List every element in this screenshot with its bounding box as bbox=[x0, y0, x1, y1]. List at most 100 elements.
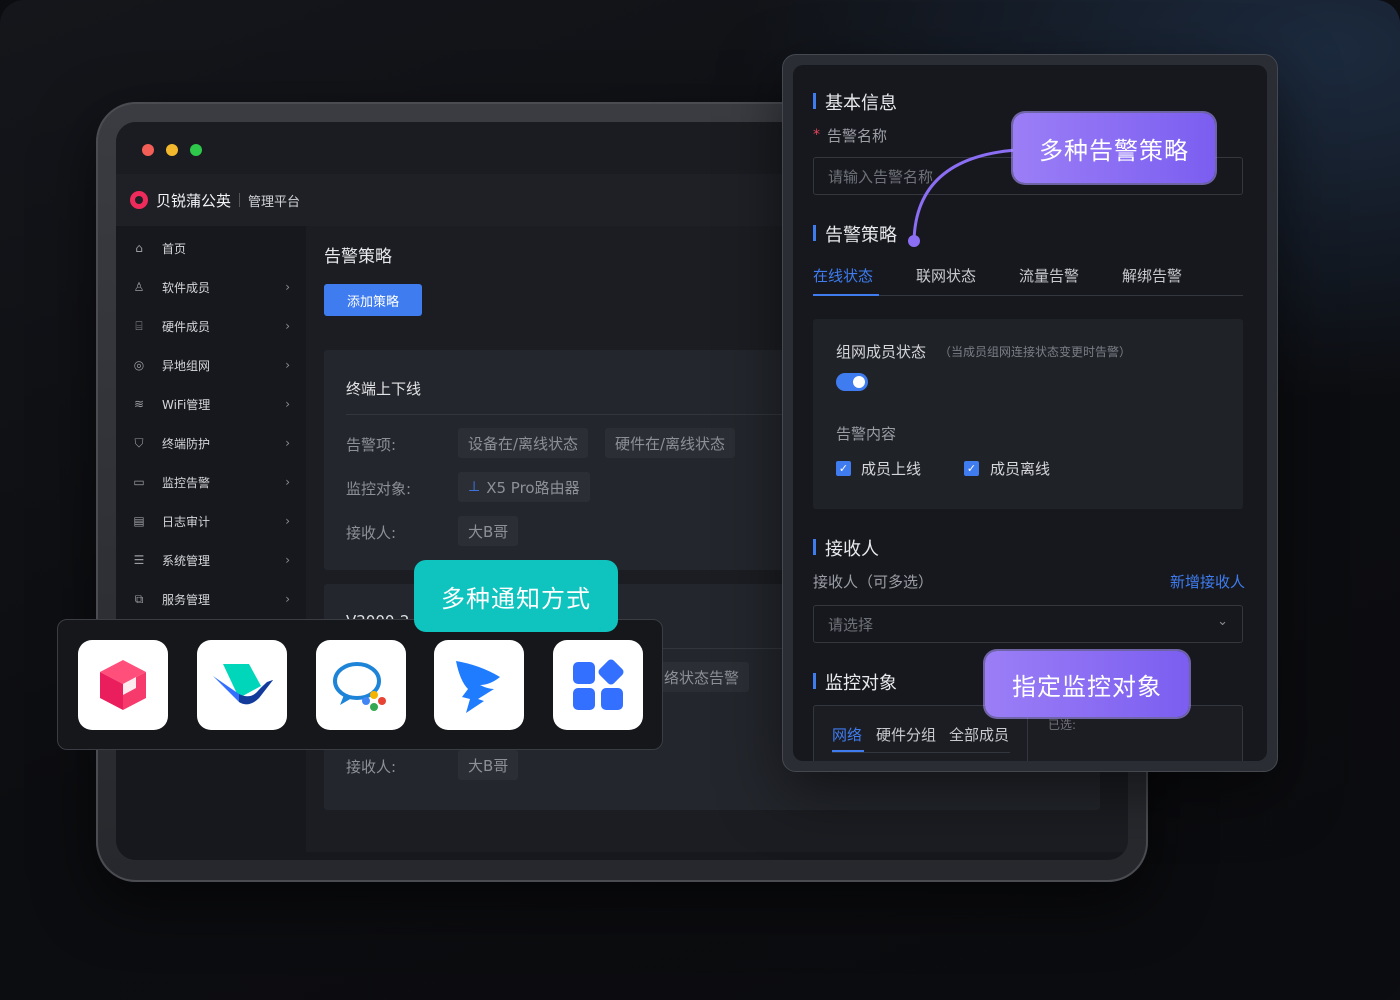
section-receiver: 接收人 bbox=[813, 535, 879, 561]
sidebar-item[interactable]: ⛉ 终端防护 › bbox=[132, 431, 290, 455]
sidebar-item[interactable]: ♙ 软件成员 › bbox=[132, 275, 290, 299]
target-label: 监控对象: bbox=[346, 480, 412, 498]
sidebar-item-label: 首页 bbox=[162, 241, 187, 256]
tab-network[interactable]: 网络 bbox=[832, 724, 862, 745]
notification-apps-panel bbox=[57, 619, 663, 750]
app-grid-icon[interactable] bbox=[553, 640, 643, 730]
sidebar-item[interactable]: ▭ 监控告警 › bbox=[132, 470, 290, 494]
member-online-checkbox[interactable]: ✓ bbox=[836, 461, 851, 476]
tab-hardware-group[interactable]: 硬件分组 bbox=[876, 724, 936, 745]
alert-name-label: 告警名称 bbox=[827, 127, 888, 145]
required-mark: * bbox=[813, 127, 820, 143]
member-online-label: 成员上线 bbox=[861, 460, 922, 478]
section-basic-info: 基本信息 bbox=[813, 89, 897, 115]
window-maximize-dot[interactable] bbox=[190, 144, 202, 156]
target-value: X5 Pro路由器 bbox=[486, 478, 580, 497]
sidebar-item-label: 日志审计 bbox=[162, 514, 211, 529]
dingtalk-icon[interactable] bbox=[434, 640, 524, 730]
strategy-badge: 多种告警策略 bbox=[1013, 113, 1215, 183]
sidebar-item-label: 监控告警 bbox=[162, 475, 211, 490]
alert-content-label: 告警内容 bbox=[836, 425, 897, 443]
target-tag: ⊥ X5 Pro路由器 bbox=[458, 472, 590, 502]
chevron-right-icon: › bbox=[285, 514, 290, 528]
sidebar: ⌂ 首页 ♙ 软件成员 › ⌸ 硬件成员 › ◎ 异地组网 › ≋ WiFi管理 › ⛉ 终端防护 › ▭ 监控告警… bbox=[116, 226, 304, 860]
header-divider bbox=[239, 193, 241, 207]
sidebar-item-label: 终端防护 bbox=[162, 436, 211, 451]
member-status-title: 组网成员状态 bbox=[836, 343, 927, 361]
window-minimize-dot[interactable] bbox=[166, 144, 178, 156]
tab-traffic-alert[interactable]: 流量告警 bbox=[1019, 265, 1079, 286]
router-icon: ⌸ bbox=[135, 318, 143, 333]
receiver-tag: 大B哥 bbox=[458, 516, 519, 546]
notify-methods-badge: 多种通知方式 bbox=[414, 560, 618, 632]
card-title: 终端上下线 bbox=[346, 380, 422, 398]
monitor-icon: ▭ bbox=[133, 475, 145, 489]
alert-item-tag: 络状态告警 bbox=[654, 662, 750, 692]
sidebar-item-label: 硬件成员 bbox=[162, 319, 211, 334]
selected-label: 已选: bbox=[1048, 718, 1077, 732]
active-tab-indicator bbox=[813, 294, 879, 296]
sidebar-item[interactable]: ⧉ 服务管理 › bbox=[132, 587, 290, 611]
app-subtitle: 管理平台 bbox=[248, 194, 301, 210]
chevron-right-icon: › bbox=[285, 553, 290, 567]
receiver-select[interactable]: 请选择 ⌄ bbox=[813, 605, 1243, 643]
shield-icon: ⛉ bbox=[134, 435, 144, 450]
alert-item-tag: 硬件在/离线状态 bbox=[605, 428, 736, 458]
wecom-icon[interactable] bbox=[316, 640, 406, 730]
chevron-right-icon: › bbox=[285, 592, 290, 606]
chevron-right-icon: › bbox=[285, 436, 290, 450]
user-icon: ♙ bbox=[133, 280, 145, 294]
sidebar-item-label: 系统管理 bbox=[162, 553, 211, 568]
target-tabs-baseline bbox=[832, 752, 1010, 753]
log-icon: ▤ bbox=[133, 514, 145, 528]
chevron-right-icon: › bbox=[285, 397, 290, 411]
dingtalk-cube-icon[interactable] bbox=[78, 640, 168, 730]
sidebar-item-label: 服务管理 bbox=[162, 592, 211, 607]
sidebar-item-label: 异地组网 bbox=[162, 358, 211, 373]
alert-items-label: 告警项: bbox=[346, 436, 397, 454]
receiver-multi-label: 接收人（可多选） bbox=[813, 573, 934, 591]
sidebar-item-label: WiFi管理 bbox=[162, 397, 211, 412]
sidebar-item[interactable]: ⌸ 硬件成员 › bbox=[132, 314, 290, 338]
receiver-tag: 大B哥 bbox=[458, 750, 519, 780]
wifi-icon: ≋ bbox=[133, 397, 145, 411]
window-close-dot[interactable] bbox=[142, 144, 154, 156]
feishu-icon[interactable] bbox=[197, 640, 287, 730]
member-status-hint: （当成员组网连接状态变更时告警） bbox=[939, 345, 1132, 359]
sidebar-item[interactable]: ▤ 日志审计 › bbox=[132, 509, 290, 533]
alert-item-tag: 设备在/离线状态 bbox=[458, 428, 589, 458]
service-icon: ⧉ bbox=[134, 591, 144, 606]
member-status-box: 组网成员状态 （当成员组网连接状态变更时告警） 告警内容 ✓ 成员上线 ✓ 成员… bbox=[813, 319, 1243, 509]
target-badge: 指定监控对象 bbox=[985, 651, 1189, 717]
receiver-label: 接收人: bbox=[346, 524, 397, 542]
add-receiver-link[interactable]: 新增接收人 bbox=[1170, 571, 1245, 592]
member-status-toggle[interactable] bbox=[836, 373, 868, 391]
settings-icon: ☰ bbox=[133, 553, 145, 567]
chevron-right-icon: › bbox=[285, 475, 290, 489]
section-monitor-target: 监控对象 bbox=[813, 669, 897, 695]
chevron-right-icon: › bbox=[285, 319, 290, 333]
sidebar-item-label: 软件成员 bbox=[162, 280, 211, 295]
member-offline-checkbox[interactable]: ✓ bbox=[964, 461, 979, 476]
tab-network-status[interactable]: 联网状态 bbox=[916, 265, 976, 286]
chevron-down-icon: ⌄ bbox=[1217, 614, 1228, 629]
sidebar-item[interactable]: ≋ WiFi管理 › bbox=[132, 392, 290, 416]
receiver-label: 接收人: bbox=[346, 758, 397, 776]
receiver-select-placeholder: 请选择 bbox=[828, 615, 874, 634]
network-icon: ◎ bbox=[133, 358, 145, 372]
tab-all-members[interactable]: 全部成员 bbox=[949, 724, 1009, 745]
tab-unbind-alert[interactable]: 解绑告警 bbox=[1122, 265, 1182, 286]
strategy-connector bbox=[908, 148, 1017, 247]
add-strategy-button[interactable]: 添加策略 bbox=[324, 284, 422, 316]
member-offline-label: 成员离线 bbox=[990, 460, 1051, 478]
chevron-right-icon: › bbox=[285, 280, 290, 294]
tab-online-status[interactable]: 在线状态 bbox=[813, 265, 873, 286]
sidebar-item[interactable]: ☰ 系统管理 › bbox=[132, 548, 290, 572]
page-title: 告警策略 bbox=[324, 247, 392, 267]
logo-icon bbox=[130, 191, 148, 209]
sidebar-item[interactable]: ⌂ 首页 bbox=[132, 236, 290, 260]
router-icon: ⊥ bbox=[468, 479, 481, 495]
sidebar-item[interactable]: ◎ 异地组网 › bbox=[132, 353, 290, 377]
home-icon: ⌂ bbox=[135, 241, 143, 255]
page-background: 贝锐蒲公英 管理平台 ⌂ 首页 ♙ 软件成员 › ⌸ 硬件成员 › ◎ 异地组网 › ≋ WiFi管理 ›… bbox=[0, 0, 1400, 1000]
